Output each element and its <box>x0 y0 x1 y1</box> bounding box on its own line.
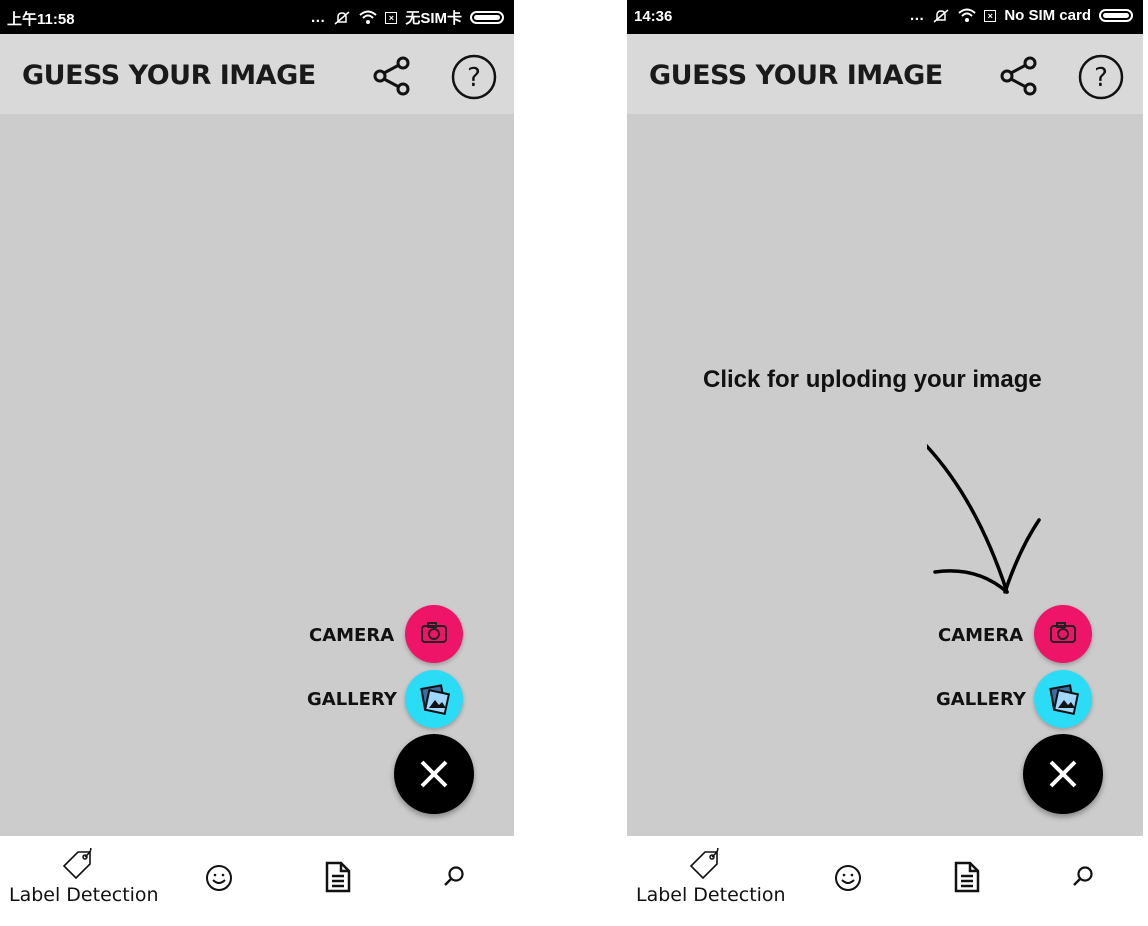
upload-hint-text: Click for uploding your image <box>703 366 1042 393</box>
close-icon <box>420 760 448 788</box>
status-bar: 14:36 … × No SIM card <box>627 0 1143 34</box>
camera-icon <box>1050 622 1076 643</box>
app-bar: GUESS YOUR IMAGE ? <box>0 34 514 114</box>
close-fab-button[interactable] <box>1023 734 1103 814</box>
bottom-navigation: Label Detection <box>0 836 514 926</box>
tag-icon <box>62 848 92 880</box>
battery-icon <box>470 11 504 24</box>
nav-item-face[interactable] <box>829 836 869 926</box>
nav-label-detection: Label Detection <box>9 884 159 906</box>
more-icon: … <box>909 7 925 24</box>
camera-button[interactable] <box>405 605 463 663</box>
face-icon <box>835 865 861 891</box>
document-icon <box>954 861 980 893</box>
wifi-icon <box>958 8 976 22</box>
status-bar: 上午11:58 … × 无SIM卡 <box>0 0 514 34</box>
gallery-button[interactable] <box>405 670 463 728</box>
mute-icon <box>933 8 949 23</box>
image-area[interactable]: CAMERA GALLERY <box>0 114 514 836</box>
help-icon[interactable]: ? <box>1077 53 1125 101</box>
help-icon[interactable]: ? <box>450 53 498 101</box>
gallery-label: GALLERY <box>307 689 397 710</box>
search-icon <box>1073 866 1093 886</box>
nav-item-document[interactable] <box>320 836 360 926</box>
gallery-label: GALLERY <box>936 689 1026 710</box>
face-icon <box>206 865 232 891</box>
sim-icon: × <box>385 11 398 24</box>
camera-label: CAMERA <box>309 625 395 646</box>
nav-item-search[interactable] <box>1065 836 1105 926</box>
app-title: GUESS YOUR IMAGE <box>649 60 943 91</box>
nav-item-search[interactable] <box>436 836 476 926</box>
arrow-icon <box>927 443 1041 594</box>
gallery-icon <box>420 684 451 716</box>
app-bar: GUESS YOUR IMAGE ? <box>627 34 1143 114</box>
status-time: 上午11:58 <box>7 11 75 28</box>
nav-item-label-detection[interactable]: Label Detection <box>627 836 787 926</box>
camera-button[interactable] <box>1034 605 1092 663</box>
close-fab-button[interactable] <box>394 734 474 814</box>
gallery-icon <box>1049 684 1080 716</box>
wifi-icon <box>359 10 377 24</box>
app-title: GUESS YOUR IMAGE <box>22 60 316 91</box>
sim-status-text: No SIM card <box>1004 7 1091 24</box>
search-icon <box>444 866 464 886</box>
sim-status-text: 无SIM卡 <box>405 10 462 27</box>
nav-label-detection: Label Detection <box>636 884 786 906</box>
more-icon: … <box>310 9 326 26</box>
mute-icon <box>334 10 350 25</box>
svg-text:?: ? <box>467 63 481 93</box>
document-icon <box>325 861 351 893</box>
status-time: 14:36 <box>634 8 673 25</box>
camera-icon <box>421 622 447 643</box>
share-icon[interactable] <box>370 54 414 98</box>
nav-item-face[interactable] <box>200 836 240 926</box>
share-icon[interactable] <box>997 54 1041 98</box>
close-icon <box>1049 760 1077 788</box>
battery-icon <box>1099 9 1133 22</box>
camera-label: CAMERA <box>938 625 1024 646</box>
gallery-button[interactable] <box>1034 670 1092 728</box>
bottom-navigation: Label Detection <box>627 836 1143 926</box>
svg-text:?: ? <box>1094 63 1108 93</box>
phone-screen-right: 14:36 … × No SIM card GUESS YOUR IMAGE ?… <box>627 0 1143 926</box>
tag-icon <box>689 848 719 880</box>
sim-icon: × <box>984 9 997 22</box>
nav-item-document[interactable] <box>949 836 989 926</box>
nav-item-label-detection[interactable]: Label Detection <box>0 836 160 926</box>
phone-screen-left: 上午11:58 … × 无SIM卡 GUESS YOUR IMAGE ? CAM… <box>0 0 514 926</box>
image-area[interactable]: Click for uploding your image CAMERA GAL… <box>627 114 1143 836</box>
